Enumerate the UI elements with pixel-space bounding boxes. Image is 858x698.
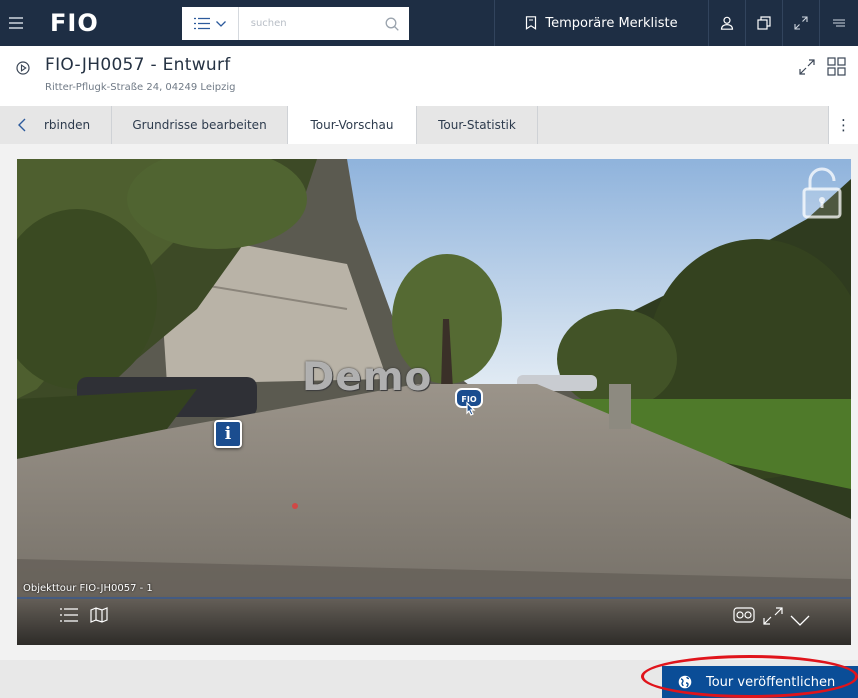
- chevron-down-icon[interactable]: [790, 611, 810, 630]
- search-box: [182, 7, 409, 40]
- chevron-left-icon[interactable]: [0, 106, 44, 144]
- user-icon[interactable]: [709, 0, 745, 46]
- fullscreen-icon[interactable]: [763, 607, 783, 629]
- unlock-icon[interactable]: [802, 167, 842, 223]
- panorama-image: [17, 159, 851, 645]
- fio-logo[interactable]: FIO: [50, 9, 176, 37]
- play-circle-icon[interactable]: [16, 60, 30, 79]
- search-input[interactable]: [238, 7, 376, 40]
- windows-icon[interactable]: [746, 0, 782, 46]
- map-icon[interactable]: [90, 607, 108, 627]
- list-icon: [193, 17, 210, 30]
- more-options-icon[interactable]: ⋮: [828, 106, 858, 144]
- tour-label: Objekttour FIO-JH0057 - 1: [23, 583, 153, 594]
- demo-watermark: Demo: [302, 355, 433, 400]
- temporary-watchlist-button[interactable]: Temporäre Merkliste: [495, 0, 708, 46]
- expand-icon[interactable]: [798, 58, 816, 80]
- object-address: Ritter-Pflugk-Straße 24, 04249 Leipzig: [45, 82, 236, 93]
- info-hotspot[interactable]: i: [214, 420, 242, 448]
- page-title: FIO-JH0057 - Entwurf: [45, 55, 231, 75]
- vr-glasses-icon[interactable]: [733, 607, 755, 627]
- menu-lines-icon[interactable]: [820, 0, 858, 46]
- top-bar: FIO Temporäre Merkliste: [0, 0, 858, 46]
- panorama-control-bar: [17, 595, 851, 645]
- fullscreen-icon[interactable]: [783, 0, 819, 46]
- tour-preview-panorama[interactable]: Demo i FIO Objekttour FIO-JH0057 - 1: [17, 159, 851, 645]
- publish-tour-button[interactable]: Tour veröffentlichen: [662, 666, 858, 698]
- tab-bar: rbinden Grundrisse bearbeiten Tour-Vorsc…: [0, 106, 858, 144]
- hamburger-menu-icon[interactable]: [0, 0, 32, 46]
- publish-label: Tour veröffentlichen: [706, 674, 836, 690]
- watchlist-label: Temporäre Merkliste: [545, 15, 678, 31]
- fio-hotspot-icon[interactable]: FIO: [455, 388, 483, 424]
- search-icon[interactable]: [376, 17, 409, 31]
- globe-icon: [678, 675, 692, 689]
- chevron-down-icon: [215, 20, 226, 27]
- scene-list-icon[interactable]: [60, 607, 78, 627]
- tab-grundrisse-bearbeiten[interactable]: Grundrisse bearbeiten: [112, 106, 288, 144]
- object-header: FIO-JH0057 - Entwurf Ritter-Pflugk-Straß…: [0, 46, 858, 106]
- tab-verbinden[interactable]: rbinden: [44, 106, 112, 144]
- bookmark-icon: [526, 16, 537, 30]
- progress-line: [17, 597, 851, 599]
- svg-text:FIO: FIO: [461, 395, 476, 404]
- grid-view-icon[interactable]: [827, 57, 846, 80]
- search-scope-dropdown[interactable]: [182, 7, 239, 40]
- tab-tour-vorschau[interactable]: Tour-Vorschau: [288, 106, 416, 144]
- tab-tour-statistik[interactable]: Tour-Statistik: [416, 106, 538, 144]
